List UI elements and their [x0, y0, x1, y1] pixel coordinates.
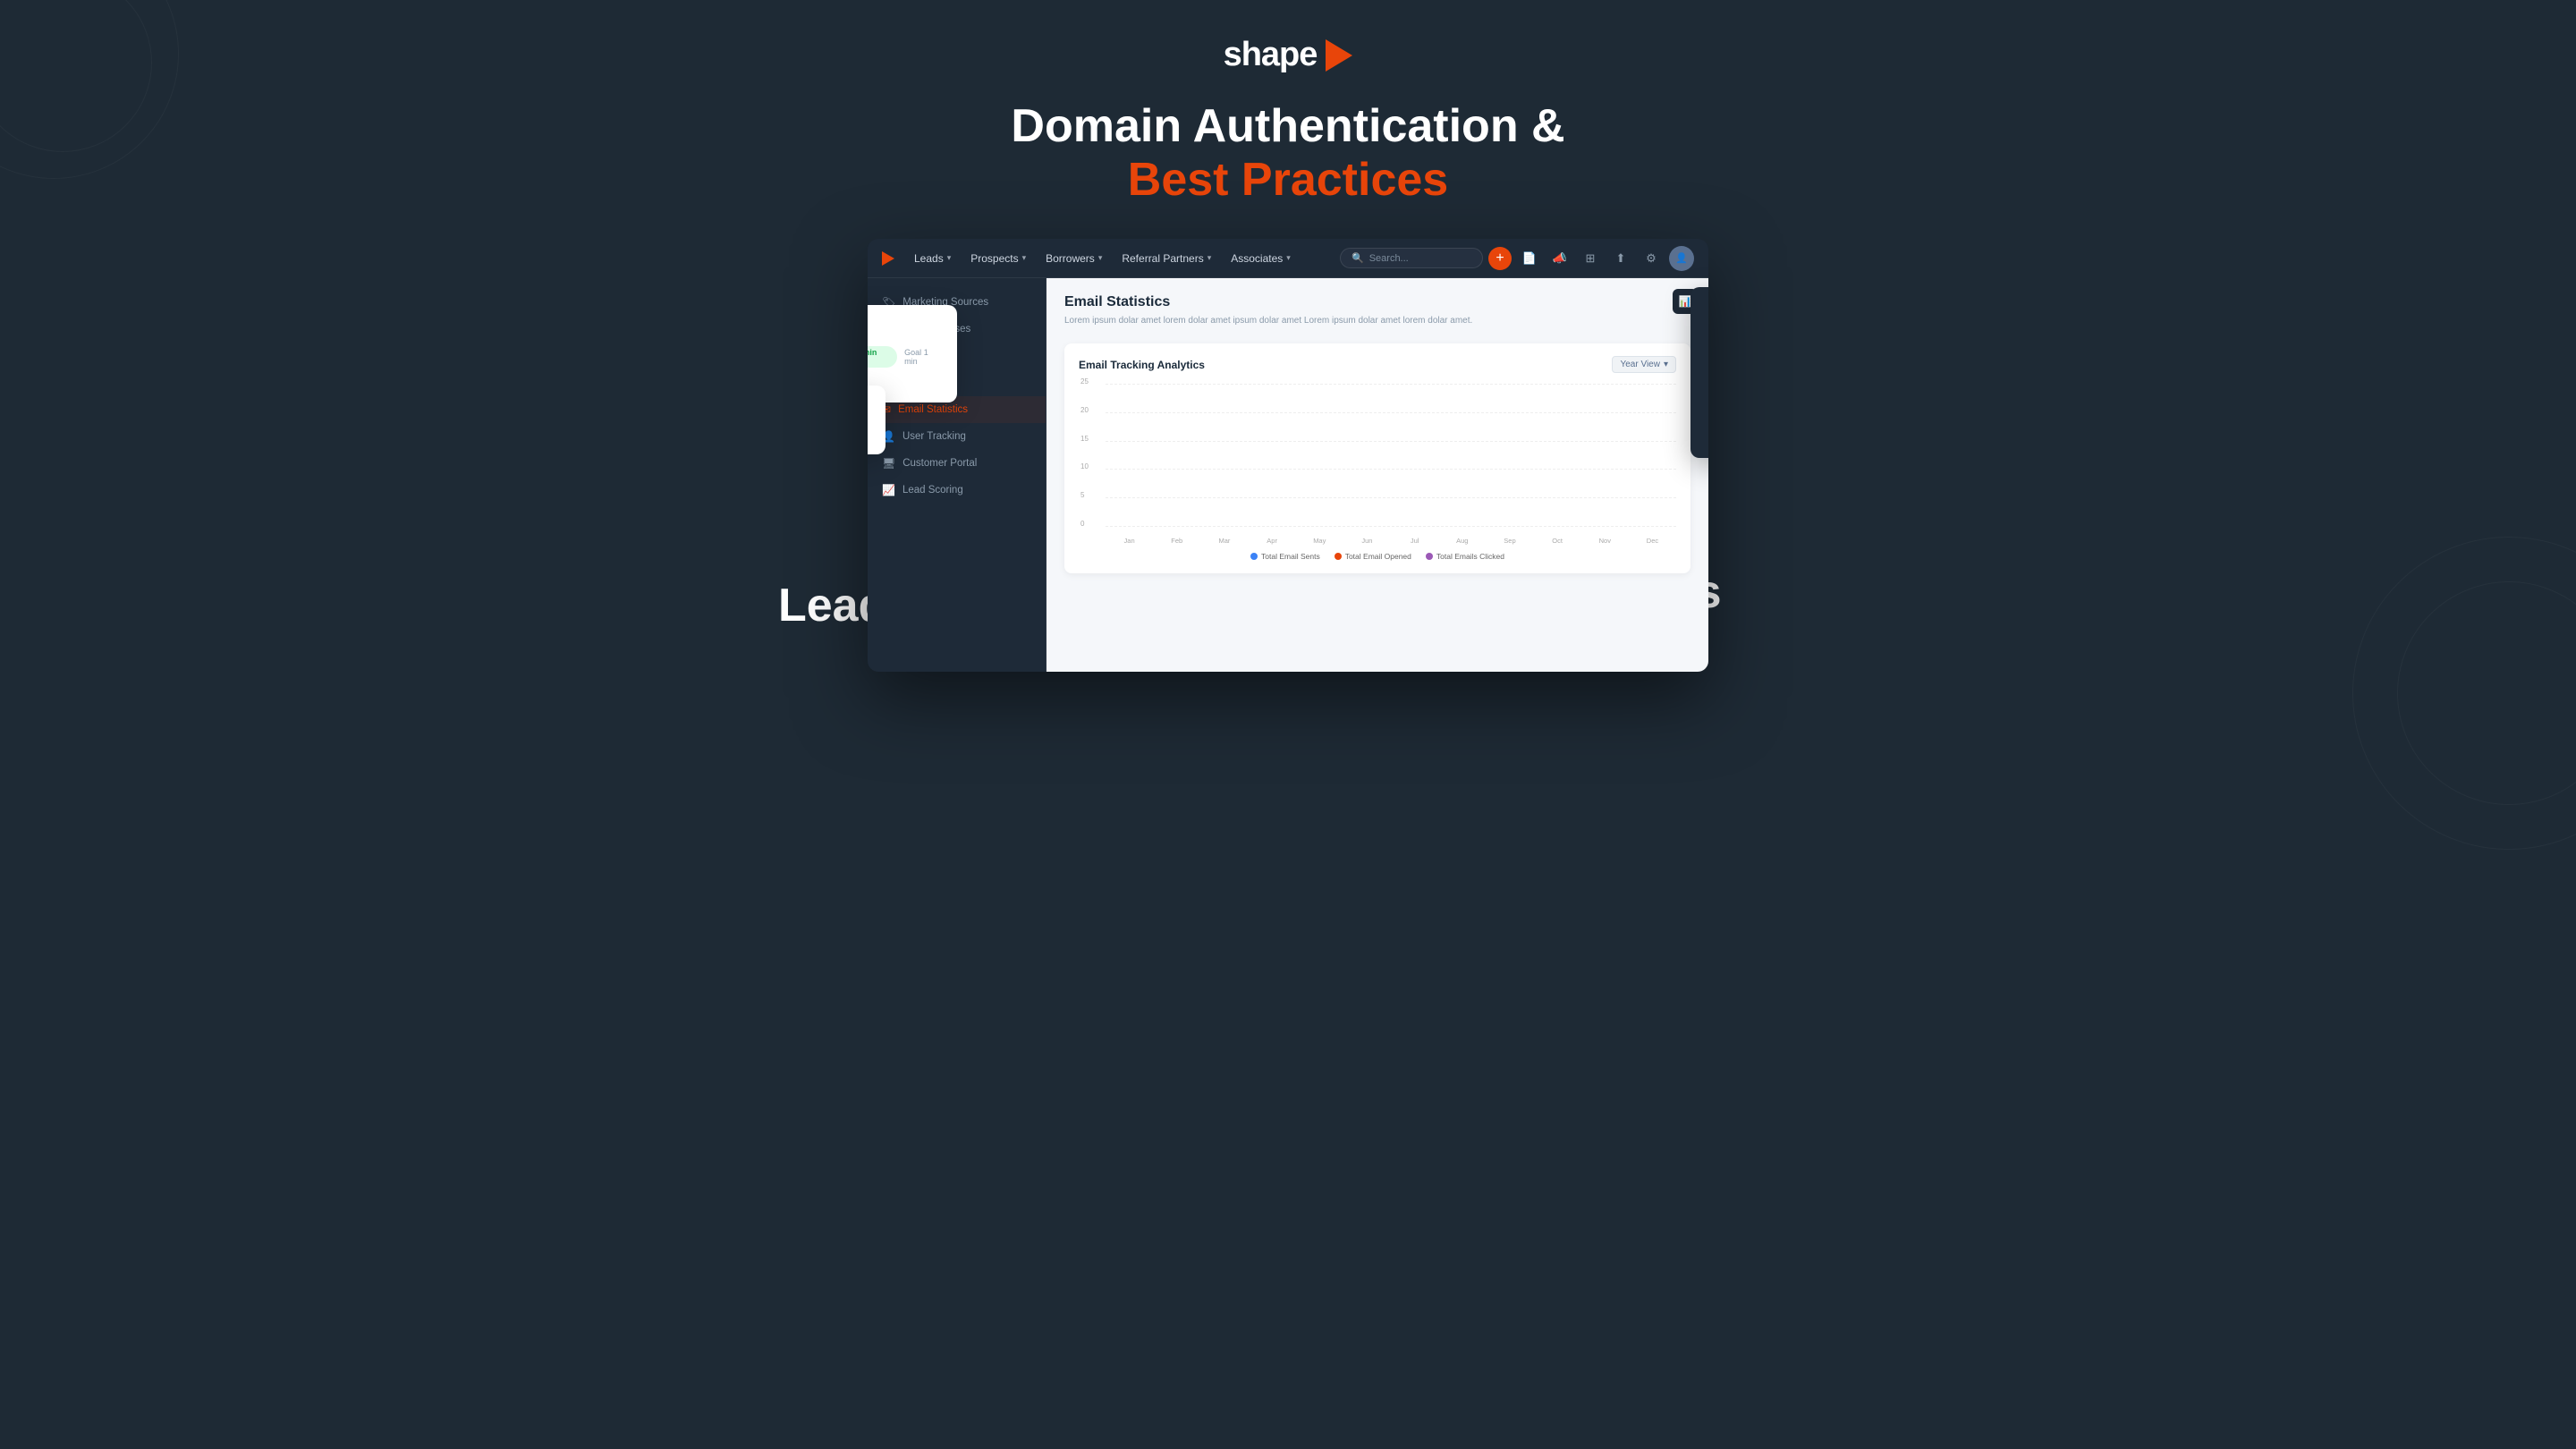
legend-clicked-dot: [1426, 553, 1433, 560]
avg-speed-badge: + 8min 12s: [868, 346, 897, 368]
x-label-Oct: Oct: [1534, 537, 1581, 545]
avg-speed-value: 9min 12s + 8min 12s Goal 1 min: [868, 333, 943, 390]
headline-line2: Best Practices: [1011, 153, 1564, 207]
x-axis-labels: JanFebMarAprMayJunJulAugSepOctNovDec: [1106, 537, 1676, 545]
sidebar-item-customer-portal[interactable]: 🖥 Customer Portal: [868, 450, 1046, 477]
leads-chevron-icon: ▾: [947, 253, 952, 263]
content-title: Email Statistics: [1064, 294, 1690, 310]
search-icon: 🔍: [1352, 252, 1364, 264]
donut-chart-card: Automated vs Manual Total Emails: [1690, 287, 1708, 458]
main-content: 🏷 Marketing Sources 🏷 s and Statuses 📊 r…: [868, 278, 1708, 672]
export-icon[interactable]: ⬆: [1608, 246, 1633, 271]
bars-area: [1106, 384, 1676, 527]
legend-opened-dot: [1335, 553, 1342, 560]
sidebar-item-lead-scoring[interactable]: 📈 Lead Scoring: [868, 477, 1046, 504]
megaphone-icon[interactable]: 📣: [1547, 246, 1572, 271]
nav-item-borrowers[interactable]: Borrowers ▾: [1038, 249, 1109, 268]
score-icon: 📈: [882, 484, 895, 496]
nav-item-referral-partners[interactable]: Referral Partners ▾: [1114, 249, 1218, 268]
x-label-Dec: Dec: [1629, 537, 1676, 545]
content-header: Email Statistics Lorem ipsum dolar amet …: [1046, 278, 1708, 335]
associates-chevron-icon: ▾: [1286, 253, 1291, 263]
portal-icon: 🖥: [882, 457, 895, 470]
content-panel: 📊 Email Statistics Lorem ipsum dolar ame…: [1046, 278, 1708, 672]
logo-arrow-icon: [1326, 39, 1352, 72]
referral-chevron-icon: ▾: [1208, 253, 1212, 263]
bar-chart: 25 20 15 10 5 0 JanFebMarAprMayJunJulAug…: [1079, 384, 1676, 545]
legend-sent: Total Email Sents: [1250, 552, 1320, 561]
logo-text: shape: [1224, 36, 1318, 74]
nav-bar: Leads ▾ Prospects ▾ Borrowers ▾ Referral…: [868, 239, 1708, 278]
search-placeholder: Search...: [1369, 253, 1409, 264]
chart-header: Email Tracking Analytics Year View ▾: [1079, 356, 1676, 373]
chart-legend: Total Email Sents Total Email Opened Tot…: [1079, 552, 1676, 561]
document-icon[interactable]: 📄: [1517, 246, 1542, 271]
filter-chevron-icon: ▾: [1664, 360, 1668, 369]
x-label-Apr: Apr: [1249, 537, 1296, 545]
sidebar-item-user-tracking[interactable]: 👤 User Tracking: [868, 423, 1046, 450]
legend-clicked: Total Emails Clicked: [1426, 552, 1504, 561]
nav-item-associates[interactable]: Associates ▾: [1224, 249, 1298, 268]
borrowers-chevron-icon: ▾: [1098, 253, 1103, 263]
x-label-Aug: Aug: [1438, 537, 1486, 545]
content-description: Lorem ipsum dolar amet lorem dolar amet …: [1064, 314, 1690, 327]
headline-line1: Domain Authentication &: [1011, 99, 1564, 153]
avg-speed-label: Average Speed to Contact: [868, 318, 943, 327]
x-label-Feb: Feb: [1153, 537, 1200, 545]
x-label-Nov: Nov: [1581, 537, 1629, 545]
grid-icon[interactable]: ⊞: [1578, 246, 1603, 271]
donut-chart: Total Emails 2,000: [1703, 318, 1708, 408]
x-label-Mar: Mar: [1200, 537, 1248, 545]
prospects-chevron-icon: ▾: [1022, 253, 1027, 263]
legend-sent-dot: [1250, 553, 1258, 560]
avg-speed-goal: Goal 1 min: [904, 348, 943, 366]
legend-opened: Total Email Opened: [1335, 552, 1411, 561]
x-label-Jul: Jul: [1391, 537, 1438, 545]
nav-logo-icon: [882, 251, 894, 266]
chart-title: Email Tracking Analytics: [1079, 359, 1205, 371]
add-button[interactable]: +: [1488, 247, 1512, 270]
x-label-Sep: Sep: [1486, 537, 1533, 545]
donut-legend: Automated 1,200 Manual 800: [1703, 417, 1708, 445]
x-label-Jan: Jan: [1106, 537, 1153, 545]
total-records-value: 7,230 + 1,000 Goal 220: [868, 413, 871, 442]
settings-icon[interactable]: ⚙: [1639, 246, 1664, 271]
nav-item-leads[interactable]: Leads ▾: [907, 249, 958, 268]
x-label-Jun: Jun: [1343, 537, 1391, 545]
app-window: Leads ▾ Prospects ▾ Borrowers ▾ Referral…: [868, 239, 1708, 672]
total-records-card: Total Records 7,230 + 1,000 Goal 220: [868, 386, 886, 454]
x-label-May: May: [1296, 537, 1343, 545]
logo: shape: [1224, 36, 1353, 74]
email-tracking-chart: Email Tracking Analytics Year View ▾ 25 …: [1064, 343, 1690, 573]
headline: Domain Authentication & Best Practices: [1011, 99, 1564, 207]
donut-title: Automated vs Manual: [1703, 300, 1708, 309]
user-avatar[interactable]: 👤: [1669, 246, 1694, 271]
search-bar[interactable]: 🔍 Search...: [1340, 248, 1483, 268]
total-records-label: Total Records: [868, 398, 871, 408]
nav-item-prospects[interactable]: Prospects ▾: [963, 249, 1033, 268]
year-view-filter[interactable]: Year View ▾: [1612, 356, 1676, 373]
